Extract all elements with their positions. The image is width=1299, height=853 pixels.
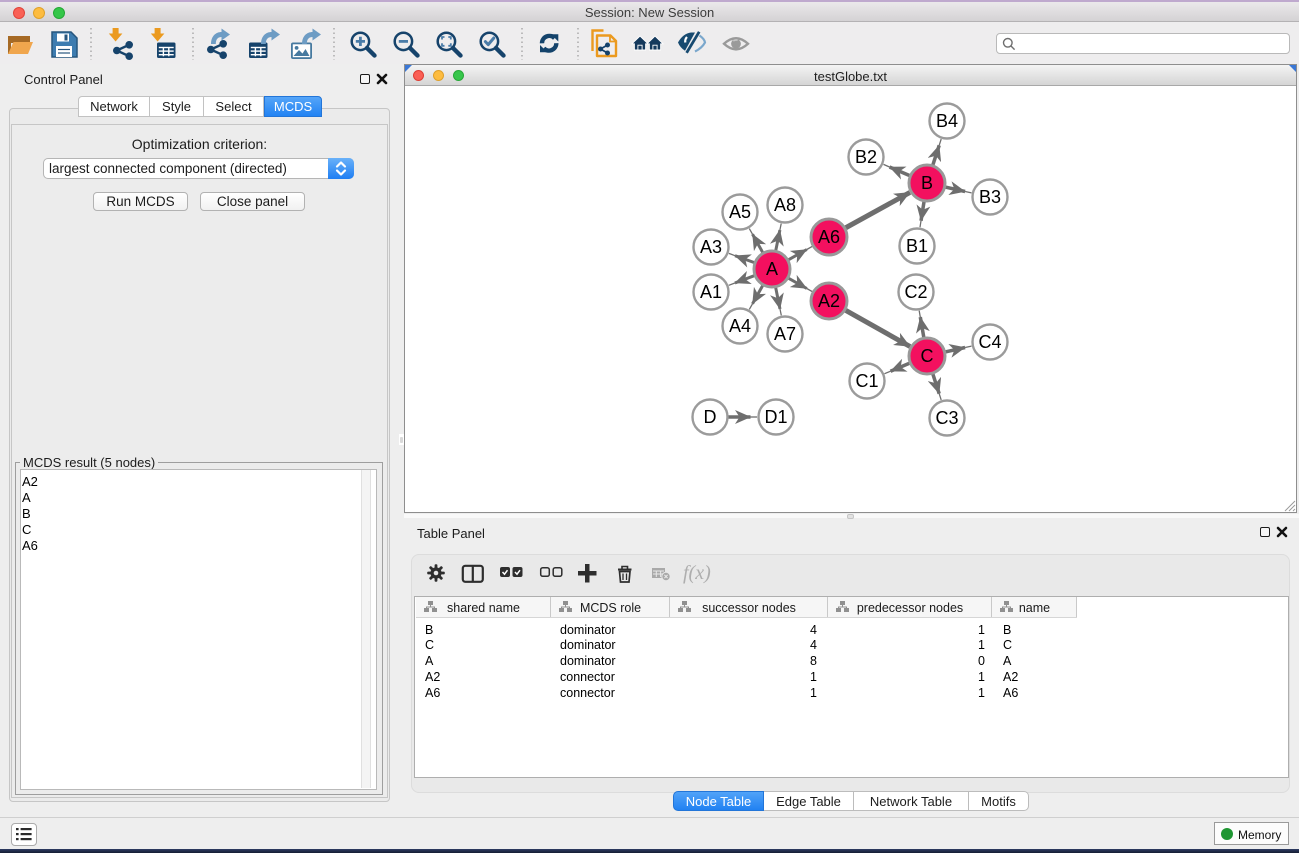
svg-text:A: A <box>766 259 778 279</box>
svg-text:A3: A3 <box>700 237 722 257</box>
svg-text:A6: A6 <box>818 227 840 247</box>
svg-text:A8: A8 <box>774 195 796 215</box>
svg-text:C1: C1 <box>855 371 878 391</box>
svg-text:A5: A5 <box>729 202 751 222</box>
svg-text:C3: C3 <box>935 408 958 428</box>
svg-text:A7: A7 <box>774 324 796 344</box>
svg-text:A2: A2 <box>818 291 840 311</box>
svg-text:A4: A4 <box>729 316 751 336</box>
svg-text:C: C <box>921 346 934 366</box>
svg-text:B3: B3 <box>979 187 1001 207</box>
svg-text:B2: B2 <box>855 147 877 167</box>
svg-text:B1: B1 <box>906 236 928 256</box>
svg-text:B4: B4 <box>936 111 958 131</box>
svg-text:D: D <box>704 407 717 427</box>
svg-text:D1: D1 <box>764 407 787 427</box>
svg-text:B: B <box>921 173 933 193</box>
svg-text:C2: C2 <box>904 282 927 302</box>
svg-text:C4: C4 <box>978 332 1001 352</box>
svg-text:A1: A1 <box>700 282 722 302</box>
